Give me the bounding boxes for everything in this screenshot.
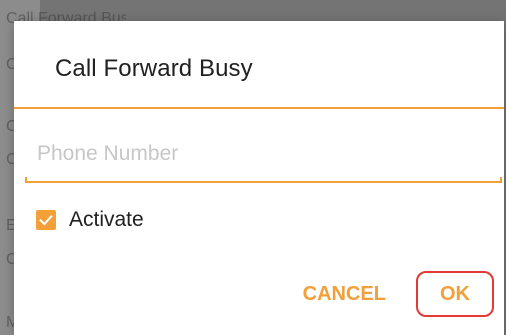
title-divider <box>14 107 504 109</box>
dialog-actions: CANCEL OK <box>303 269 494 319</box>
activate-label: Activate <box>69 208 144 231</box>
phone-number-underline <box>25 177 502 183</box>
phone-number-field[interactable] <box>25 133 502 175</box>
cancel-button[interactable]: CANCEL <box>303 283 386 306</box>
call-forward-busy-dialog: Call Forward Busy Activate CANCEL OK <box>14 21 504 335</box>
phone-number-input[interactable] <box>25 133 502 175</box>
dialog-title: Call Forward Busy <box>55 55 253 82</box>
activate-checkbox-row[interactable]: Activate <box>36 205 144 235</box>
ok-button[interactable]: OK <box>440 283 470 306</box>
ok-button-highlight: OK <box>416 271 494 317</box>
checkmark-icon <box>39 214 53 226</box>
activate-checkbox[interactable] <box>36 210 56 230</box>
